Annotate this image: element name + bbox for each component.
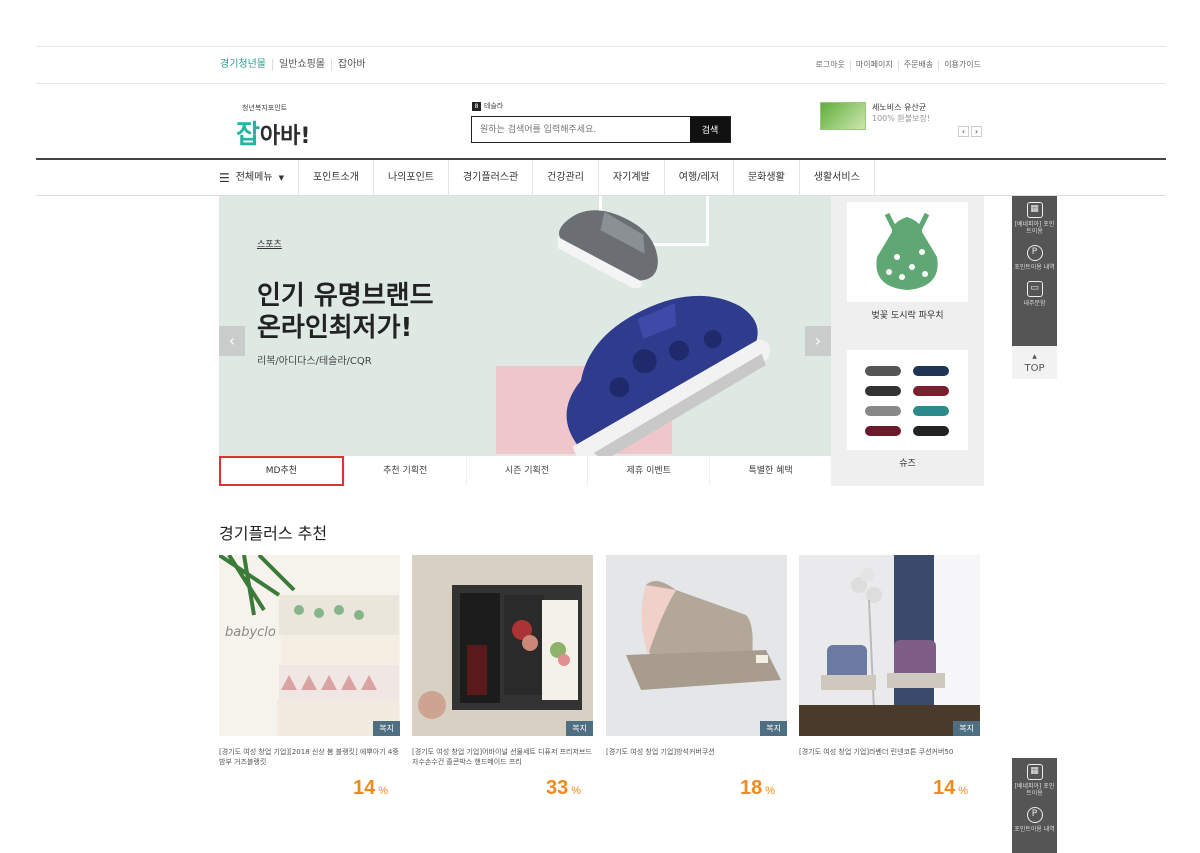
- chevron-left-icon[interactable]: ‹: [219, 326, 245, 356]
- welfare-tag: 복지: [760, 721, 787, 736]
- search-suggest-text: 테슬라: [484, 102, 504, 110]
- quick-item-my-orders[interactable]: ▭ 내주문함: [1012, 275, 1057, 311]
- promo-title: 세노비스 유산균: [872, 103, 927, 112]
- search-button[interactable]: 검색: [690, 117, 730, 142]
- welfare-tag: 복지: [953, 721, 980, 736]
- tab-partner-event[interactable]: 제휴 이벤트: [587, 456, 709, 486]
- hero-category[interactable]: 스포츠: [257, 237, 282, 250]
- hero-brands: 리복/아디다스/테슬라/CQR: [257, 356, 372, 367]
- hero-headline-line1: 인기 유명브랜드: [257, 281, 434, 311]
- search-input[interactable]: [472, 117, 690, 142]
- hero-tabs: MD추천 추천 기획전 시즌 기획전 제휴 이벤트 특별한 혜택: [219, 456, 831, 486]
- hero-banner[interactable]: 스포츠 인기 유명브랜드 온라인최저가! 리복/아디다스/테슬라/CQR ‹ ›: [219, 196, 831, 486]
- discount-rate: 14%: [352, 777, 388, 799]
- product-image: babyclo 복지: [219, 555, 400, 736]
- promo-subtitle: 100% 환불보장!: [872, 114, 931, 123]
- search-suggest[interactable]: 8 테슬라: [472, 101, 503, 111]
- quick-menu: ▦ [베네피아] 포인트이용 P 포인트이용 내역 ▭ 내주문함: [1012, 196, 1057, 346]
- welfare-tag: 복지: [566, 721, 593, 736]
- nav-item-life-service[interactable]: 생활서비스: [798, 160, 875, 196]
- card-icon: ▭: [1026, 281, 1043, 297]
- nav-item-culture[interactable]: 문화생활: [732, 160, 799, 196]
- tab-season-exhibit[interactable]: 시즌 기획전: [465, 456, 588, 486]
- quick-item-point-history[interactable]: P 포인트이용 내역: [1012, 239, 1057, 275]
- tab-special-benefit[interactable]: 특별한 혜택: [709, 456, 831, 486]
- side-products: 벚꽃 도시락 파우치 슈즈: [831, 196, 984, 486]
- hamburger-icon: ☰: [219, 171, 230, 185]
- quick-item-point-history[interactable]: P 포인트이용 내역: [1012, 801, 1057, 837]
- hero-headline: 인기 유명브랜드 온라인최저가!: [257, 280, 434, 344]
- logout-link[interactable]: 로그아웃: [810, 60, 849, 70]
- building-icon: ▦: [1026, 764, 1043, 780]
- point-icon: P: [1026, 807, 1043, 823]
- all-menu-button[interactable]: ☰ 전체메뉴 ▼: [219, 160, 298, 196]
- pouch-image: [876, 212, 938, 290]
- brand-watermark: babyclo: [225, 625, 276, 640]
- logo-accent: 잡: [236, 120, 260, 150]
- product-name[interactable]: [경기도 여성 창업 기업]방석커버쿠션: [606, 747, 787, 769]
- guide-link[interactable]: 이용가이드: [938, 60, 986, 70]
- caret-up-icon: ▲: [1032, 353, 1037, 360]
- link-general-mall[interactable]: 일반쇼핑몰: [272, 59, 331, 71]
- user-links: 로그아웃 마이페이지 주문배송 이용가이드: [810, 60, 986, 70]
- side-product-shoes[interactable]: [847, 350, 968, 450]
- logo-subtitle: 청년복지포인트: [242, 104, 288, 112]
- link-youth-mall[interactable]: 경기청년몰: [220, 59, 272, 71]
- hero-headline-line2: 온라인최저가!: [257, 313, 413, 343]
- shoes-image: [865, 366, 949, 436]
- chevron-right-icon[interactable]: ›: [971, 126, 982, 137]
- sneaker-image: [557, 210, 770, 456]
- tab-md-pick[interactable]: MD추천: [219, 456, 344, 486]
- top-button[interactable]: ▲ TOP: [1012, 346, 1057, 379]
- quick-menu-lower: ▦ [베네피아] 포인트이용 P 포인트이용 내역: [1012, 758, 1057, 853]
- order-delivery-link[interactable]: 주문배송: [897, 60, 938, 70]
- nav-item-my-point[interactable]: 나의포인트: [372, 160, 448, 196]
- discount-rate: 33%: [545, 777, 581, 799]
- product-name[interactable]: [경기도 여성 창업 기업]라벤더 린넨코튼 쿠션커버50: [799, 747, 980, 769]
- main-nav: ☰ 전체메뉴 ▼ 포인트소개 나의포인트 경기플러스관 건강관리 자기계발 여행…: [36, 158, 1166, 196]
- search-bar: 검색: [471, 116, 731, 143]
- nav-item-health[interactable]: 건강관리: [532, 160, 598, 196]
- promo-banner[interactable]: 세노비스 유산균 100% 환불보장!: [820, 102, 930, 130]
- product-card[interactable]: 복지 [경기도 여성 창업 기업]어바이널 선물세트 디퓨저 프리저브드 자수손…: [412, 555, 593, 800]
- chevron-right-icon[interactable]: ›: [805, 326, 831, 356]
- mypage-link[interactable]: 마이페이지: [849, 60, 898, 70]
- all-menu-label: 전체메뉴: [235, 172, 273, 183]
- promo-image: [820, 102, 866, 130]
- quick-item-benepia[interactable]: ▦ [베네피아] 포인트이용: [1012, 196, 1057, 239]
- tab-recommend-exhibit[interactable]: 추천 기획전: [343, 456, 466, 486]
- building-icon: ▦: [1026, 202, 1043, 218]
- side-product-pouch-label: 벚꽃 도시락 파우치: [871, 311, 944, 321]
- product-image: 복지: [606, 555, 787, 736]
- side-product-pouch[interactable]: [847, 202, 968, 302]
- caret-down-icon: ▼: [278, 174, 284, 182]
- product-image: 복지: [799, 555, 980, 736]
- quick-item-benepia[interactable]: ▦ [베네피아] 포인트이용: [1012, 758, 1057, 801]
- product-name[interactable]: [경기도 여성 창업 기업][2018 신상 봄 블랭킷] 에뿌아기 4중 밤부…: [219, 747, 400, 769]
- product-card[interactable]: babyclo 복지 [경기도 여성 창업 기업][2018 신상 봄 블랭킷]…: [219, 555, 400, 800]
- product-name[interactable]: [경기도 여성 창업 기업]어바이널 선물세트 디퓨저 프리저브드 자수손수건 …: [412, 747, 593, 769]
- link-jobaba[interactable]: 잡아바: [331, 59, 372, 71]
- product-card[interactable]: 복지 [경기도 여성 창업 기업]방석커버쿠션 18%: [606, 555, 787, 800]
- nav-item-gyeonggi-plus[interactable]: 경기플러스관: [447, 160, 532, 196]
- utility-bar: 경기청년몰 일반쇼핑몰 잡아바 로그아웃 마이페이지 주문배송 이용가이드: [36, 46, 1166, 84]
- point-icon: P: [1026, 245, 1043, 261]
- nav-item-travel[interactable]: 여행/레저: [663, 160, 733, 196]
- nav-item-self-dev[interactable]: 자기계발: [597, 160, 664, 196]
- logo-text: 아바!: [259, 124, 311, 149]
- side-product-shoes-label: 슈즈: [899, 459, 916, 469]
- product-image: 복지: [412, 555, 593, 736]
- discount-rate: 18%: [739, 777, 775, 799]
- discount-rate: 14%: [932, 777, 968, 799]
- mall-switcher: 경기청년몰 일반쇼핑몰 잡아바: [220, 59, 372, 71]
- nav-item-point-intro[interactable]: 포인트소개: [297, 160, 373, 196]
- section-title: 경기플러스 추천: [219, 524, 328, 543]
- promo-nav: ‹ ›: [958, 126, 982, 137]
- product-card[interactable]: 복지 [경기도 여성 창업 기업]라벤더 린넨코튼 쿠션커버50 14%: [799, 555, 980, 800]
- site-logo[interactable]: 잡아바!: [236, 114, 310, 151]
- welfare-tag: 복지: [373, 721, 400, 736]
- chevron-left-icon[interactable]: ‹: [958, 126, 969, 137]
- brand-badge-icon: 8: [472, 101, 481, 111]
